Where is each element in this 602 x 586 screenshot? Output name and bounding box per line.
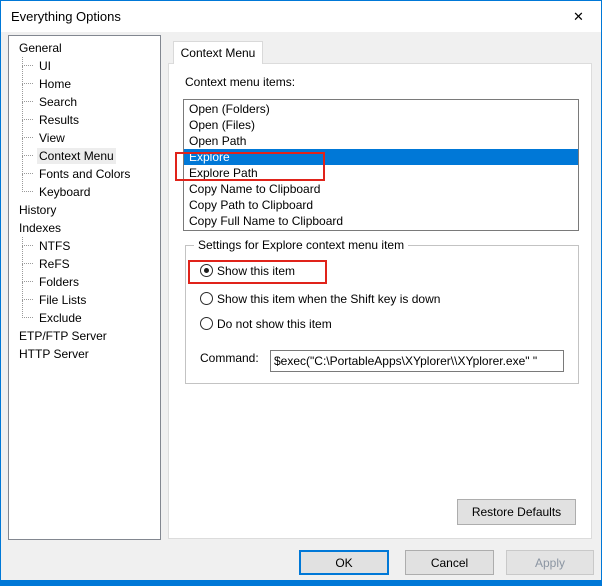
list-item[interactable]: Copy Path to Clipboard	[184, 197, 578, 213]
sidebar-item-general[interactable]: General	[9, 39, 160, 57]
options-tree: General UI Home Search Results View Cont…	[8, 35, 161, 540]
list-item[interactable]: Explore Path	[184, 165, 578, 181]
command-input[interactable]	[270, 350, 564, 372]
list-item[interactable]: Copy Name to Clipboard	[184, 181, 578, 197]
context-menu-items-list: Open (Folders) Open (Files) Open Path Ex…	[183, 99, 579, 231]
sidebar-item-keyboard[interactable]: Keyboard	[9, 174, 160, 201]
ok-button[interactable]: OK	[299, 550, 389, 575]
apply-button[interactable]: Apply	[506, 550, 594, 575]
sidebar-item-history[interactable]: History	[9, 201, 160, 219]
list-item[interactable]: Open Path	[184, 133, 578, 149]
window-title: Everything Options	[11, 9, 121, 24]
titlebar: Everything Options ✕	[1, 1, 601, 32]
settings-group-title: Settings for Explore context menu item	[194, 238, 409, 253]
sidebar-item-exclude[interactable]: Exclude	[9, 300, 160, 327]
list-item[interactable]: Open (Files)	[184, 117, 578, 133]
radio-button-icon[interactable]	[200, 264, 213, 277]
list-item-selected[interactable]: Explore	[184, 149, 578, 165]
radio-button-icon[interactable]	[200, 317, 213, 330]
context-menu-items-label: Context menu items:	[185, 75, 296, 89]
sidebar-item-etp-ftp-server[interactable]: ETP/FTP Server	[9, 327, 160, 345]
cancel-button[interactable]: Cancel	[405, 550, 494, 575]
list-item[interactable]: Copy Full Name to Clipboard	[184, 213, 578, 229]
restore-defaults-button[interactable]: Restore Defaults	[457, 499, 576, 525]
everything-options-dialog: Everything Options ✕ General UI Home Sea…	[0, 0, 602, 586]
close-button[interactable]: ✕	[556, 1, 601, 32]
close-icon: ✕	[573, 8, 584, 24]
sidebar-item-indexes[interactable]: Indexes	[9, 219, 160, 237]
tab-context-menu[interactable]: Context Menu	[173, 41, 263, 64]
command-label: Command:	[200, 351, 259, 365]
list-item[interactable]: Open (Folders)	[184, 101, 578, 117]
sidebar-item-http-server[interactable]: HTTP Server	[9, 345, 160, 363]
radio-button-icon[interactable]	[200, 292, 213, 305]
context-menu-tab-page: Context menu items: Open (Folders) Open …	[168, 63, 592, 539]
